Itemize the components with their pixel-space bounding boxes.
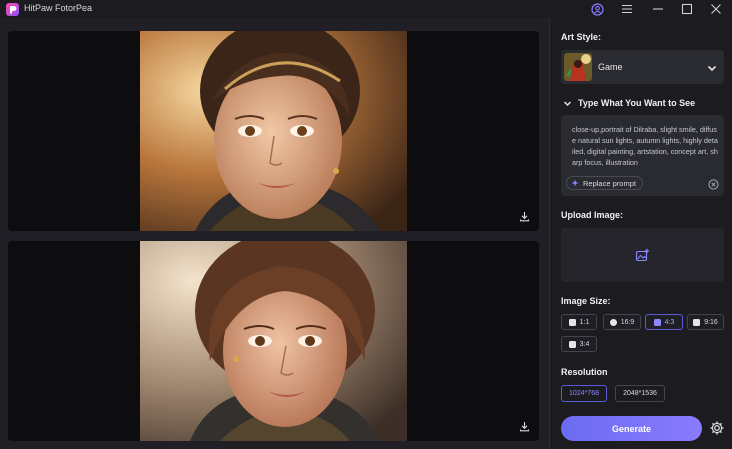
resolution-option-1024x768[interactable]: 1024*768 [561,385,607,402]
download-icon[interactable] [517,209,531,223]
size-option-1-1[interactable]: 1:1 [561,314,597,330]
app-title: HitPaw FotorPea [24,3,93,13]
clear-prompt-icon[interactable] [708,177,719,190]
gear-icon[interactable] [709,420,725,436]
prompt-section-toggle[interactable]: Type What You Want to See [563,98,695,108]
generated-portrait-image-2[interactable] [140,241,407,441]
size-option-4-3[interactable]: 4:3 [645,314,683,330]
size-option-label: 4:3 [664,318,675,326]
maximize-icon[interactable] [680,2,694,16]
title-bar: HitPaw FotorPea [0,0,732,18]
instagram-icon [568,318,576,326]
chevron-down-icon [563,100,572,106]
youtube-icon [609,318,617,326]
size-option-9-16[interactable]: 9:16 [687,314,724,330]
twitter-icon [653,318,661,326]
download-icon[interactable] [517,419,531,433]
sparkle-icon [571,179,579,187]
prompt-textarea[interactable]: close-up,portrait of Dilraba, slight smi… [561,115,724,196]
art-style-value: Game [598,62,623,72]
prompt-text[interactable]: close-up,portrait of Dilraba, slight smi… [572,124,718,168]
settings-panel: Art Style: Game Type What You Want to Se… [550,18,732,449]
resolution-option-2048x1536[interactable]: 2048*1536 [615,385,665,402]
size-option-label: 3:4 [579,340,590,348]
add-image-icon [635,248,650,261]
upload-image-label: Upload Image: [561,210,624,220]
generate-button[interactable]: Generate [561,416,702,441]
chevron-down-icon [706,61,718,73]
app-logo-icon [6,3,19,16]
upload-image-dropzone[interactable] [561,228,724,282]
generated-portrait-image-1[interactable] [140,31,407,231]
generated-image-panel-2 [8,241,539,441]
minimize-icon[interactable] [651,2,665,16]
game-style-thumbnail [564,53,592,81]
replace-prompt-button[interactable]: Replace prompt [566,176,643,190]
resolution-option-label: 1024*768 [569,390,599,397]
size-option-16-9[interactable]: 16:9 [603,314,641,330]
resolution-option-label: 2048*1536 [623,390,657,397]
generated-image-panel-1 [8,31,539,231]
size-option-label: 16:9 [620,318,635,326]
prompt-section-title: Type What You Want to See [578,98,696,108]
twitter-icon [568,340,576,348]
close-icon[interactable] [709,2,723,16]
tiktok-icon [693,318,701,326]
replace-prompt-label: Replace prompt [583,178,636,188]
art-style-label: Art Style: [561,32,602,42]
size-option-label: 9:16 [704,318,718,326]
resolution-label: Resolution [561,367,608,377]
size-option-3-4[interactable]: 3:4 [561,336,597,352]
image-size-label: Image Size: [561,296,611,306]
art-style-dropdown[interactable]: Game [561,50,724,84]
size-option-label: 1:1 [579,318,590,326]
preview-area [0,18,549,449]
menu-icon[interactable] [620,2,634,16]
account-icon[interactable] [590,2,604,16]
